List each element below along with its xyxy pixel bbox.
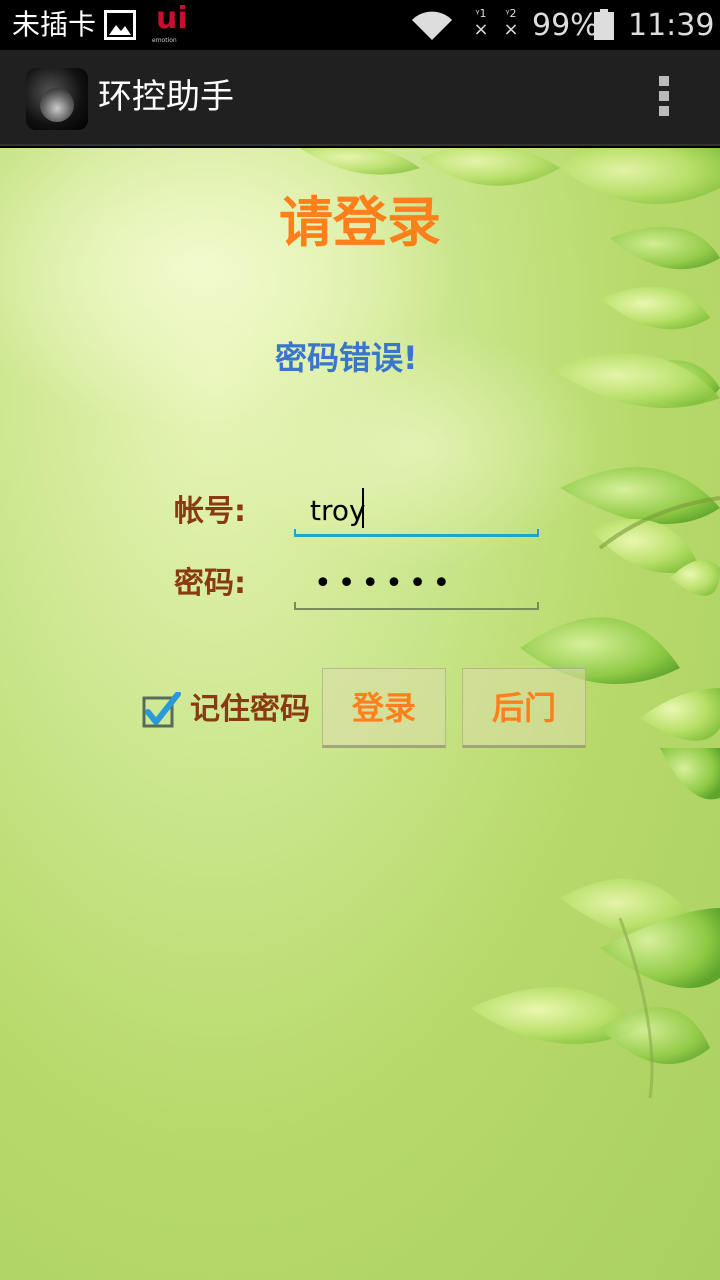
- remember-password-checkbox[interactable]: [142, 691, 181, 728]
- sim1-no-signal-icon: ᵞ1 ×: [473, 7, 489, 40]
- account-input-underline: [294, 529, 539, 537]
- gallery-notification-icon: [104, 10, 136, 40]
- battery-icon: [594, 9, 614, 40]
- login-screen: 请登录 密码错误! 帐号: 密码: •••••• 记住密码 登录 后门: [0, 148, 720, 1280]
- battery-percent: 99%: [532, 8, 599, 43]
- overflow-menu-icon[interactable]: [652, 76, 676, 124]
- ui-emotion-caption: emotion: [152, 37, 177, 44]
- login-title: 请登录: [279, 191, 441, 254]
- account-label: 帐号:: [174, 494, 246, 529]
- backdoor-button[interactable]: 后门: [462, 668, 586, 748]
- clock: 11:39: [628, 8, 715, 43]
- ui-emotion-notification-icon: ui emotion: [152, 2, 188, 45]
- app-title: 环控助手: [98, 77, 234, 117]
- sim2-no-signal-icon: ᵞ2 ×: [503, 7, 519, 40]
- status-bar: 未插卡 ui emotion ᵞ1 × ᵞ2 × 99% 11:39: [0, 0, 720, 50]
- app-icon[interactable]: [26, 68, 88, 130]
- password-input[interactable]: ••••••: [294, 562, 538, 610]
- password-input-underline: [294, 602, 539, 610]
- remember-password-label[interactable]: 记住密码: [190, 690, 310, 730]
- wifi-icon: [410, 10, 454, 42]
- error-message: 密码错误!: [275, 339, 418, 377]
- action-bar: 环控助手: [0, 50, 720, 146]
- password-label: 密码:: [174, 566, 246, 601]
- login-button[interactable]: 登录: [322, 668, 446, 748]
- carrier-text: 未插卡: [12, 8, 97, 41]
- ui-emotion-logo-text: ui: [156, 1, 188, 36]
- text-cursor: [362, 488, 364, 528]
- account-input[interactable]: [294, 486, 538, 534]
